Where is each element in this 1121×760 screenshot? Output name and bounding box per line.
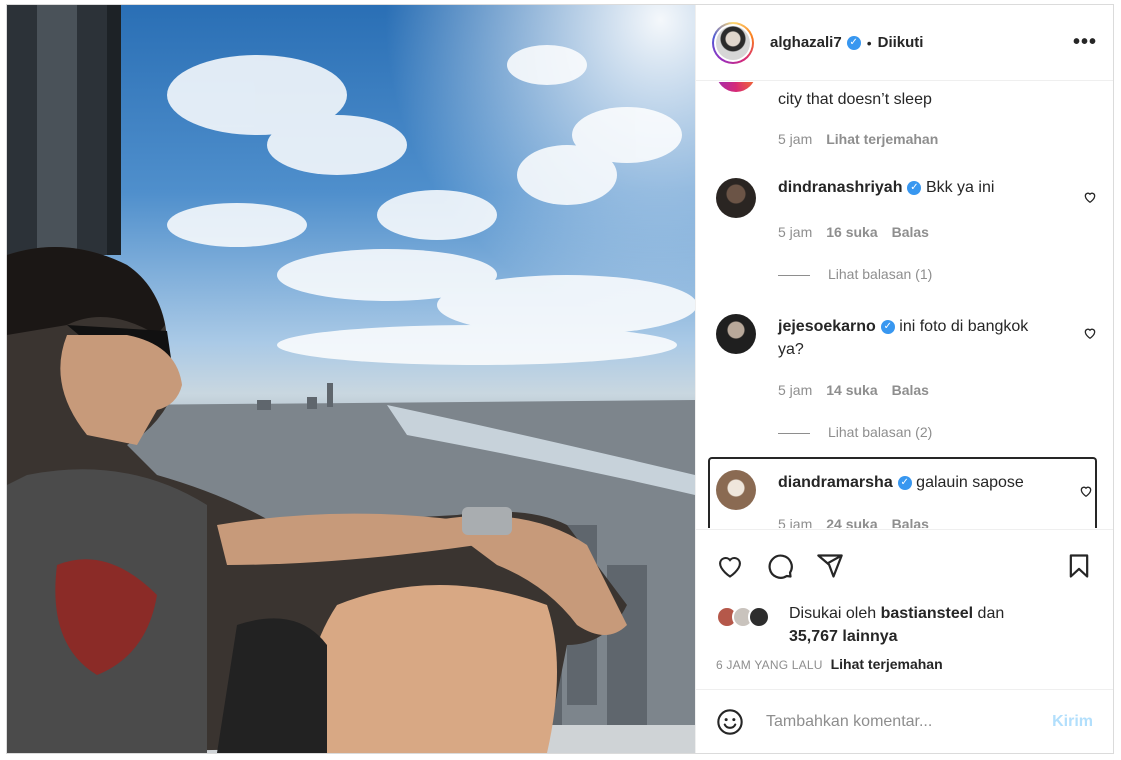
emoji-icon[interactable] [716,708,744,736]
view-replies-button[interactable]: Lihat balasan (2) [778,424,932,440]
view-replies-label: Lihat balasan (1) [828,266,933,282]
translate-caption-link[interactable]: Lihat terjemahan [831,656,943,672]
commenter-avatar[interactable] [716,470,756,510]
post-modal: alghazali7 ✓ • Diikuti ••• city that doe… [6,4,1114,754]
caption-item: city that doesn’t sleep 5 jam Lihat terje… [716,82,1097,147]
heart-icon[interactable] [1079,484,1093,498]
comment-text: diandramarsha ✓ galauin sapose [778,471,1057,494]
post-time-label[interactable]: 6 JAM YANG LALU [716,658,823,672]
commenter-username[interactable]: dindranashriyah [778,179,902,196]
caption-translate-link[interactable]: Lihat terjemahan [826,131,938,147]
post-photo-illustration [7,5,695,753]
verified-icon: ✓ [846,35,861,50]
likes-prefix: Disukai oleh [789,605,877,622]
heart-icon[interactable] [1083,190,1097,204]
comment-time: 5 jam [778,516,813,528]
verified-icon: ✓ [907,180,922,195]
comment-meta: 5 jam 24 suka Balas [778,516,929,528]
comment-time: 5 jam [778,382,813,398]
caption-time: 5 jam [778,131,813,147]
comment-body: galauin sapose [916,474,1024,491]
post-photo[interactable] [7,5,695,753]
likes-others-count[interactable]: 35,767 lainnya [789,628,898,645]
post-time: 6 JAM YANG LALU Lihat terjemahan [716,656,943,672]
view-replies-label: Lihat balasan (2) [828,424,933,440]
comment-meta: 5 jam 14 suka Balas [778,382,929,398]
author-username[interactable]: alghazali7 [770,34,842,51]
comment-time: 5 jam [778,224,813,240]
reply-button[interactable]: Balas [892,382,929,398]
heart-icon[interactable] [1083,326,1097,340]
share-icon[interactable] [816,552,844,580]
post-header: alghazali7 ✓ • Diikuti ••• [696,5,1113,81]
comment-icon[interactable] [766,552,794,580]
likes-and: dan [977,605,1005,622]
comment-likes[interactable]: 24 suka [826,516,877,528]
heart-icon[interactable] [716,552,744,580]
commenter-avatar[interactable] [716,178,756,218]
commenter-username[interactable]: diandramarsha [778,474,893,491]
post-comment-button[interactable]: Kirim [1052,713,1093,731]
more-icon[interactable]: ••• [1073,31,1097,54]
caption-meta: 5 jam Lihat terjemahan [778,131,938,147]
verified-icon: ✓ [880,319,895,334]
comment-input[interactable] [766,712,1053,731]
comment-meta: 5 jam 16 suka Balas [778,224,929,240]
commenter-username[interactable]: jejesoekarno [778,318,876,335]
comment-likes[interactable]: 16 suka [826,224,877,240]
liked-by-avatars[interactable] [716,606,782,630]
comments-list[interactable]: city that doesn’t sleep 5 jam Lihat terje… [696,82,1113,528]
comment-item: jejesoekarno ✓ ini foto di bangkok ya? 5 … [716,314,1097,444]
bookmark-icon[interactable] [1065,552,1093,580]
separator-dot: • [866,34,872,51]
verified-icon: ✓ [897,475,912,490]
author-avatar[interactable] [712,21,754,64]
comment-body: Bkk ya ini [925,179,995,196]
commenter-avatar[interactable] [716,314,756,354]
comment-text: jejesoekarno ✓ ini foto di bangkok ya? [778,315,1057,361]
comment-likes[interactable]: 14 suka [826,382,877,398]
follow-status-button[interactable]: Diikuti [878,34,924,51]
comment-item: diandramarsha ✓ galauin sapose 5 jam 24 su… [716,470,1097,528]
reply-button[interactable]: Balas [892,516,929,528]
likes-summary: Disukai oleh bastiansteel dan 35,767 lai… [789,602,1004,648]
reply-button[interactable]: Balas [892,224,929,240]
comment-text: dindranashriyah ✓ Bkk ya ini [778,176,1057,199]
liked-by-username[interactable]: bastiansteel [881,605,973,622]
caption-text: city that doesn’t sleep [778,91,932,108]
comment-item: dindranashriyah ✓ Bkk ya ini 5 jam 16 suka… [716,178,1097,288]
add-comment-bar: Kirim [696,689,1113,753]
caption-avatar[interactable] [716,82,756,92]
view-replies-button[interactable]: Lihat balasan (1) [778,266,932,282]
post-actions: Disukai oleh bastiansteel dan 35,767 lai… [696,529,1113,689]
post-side-panel: alghazali7 ✓ • Diikuti ••• city that doe… [695,5,1113,753]
